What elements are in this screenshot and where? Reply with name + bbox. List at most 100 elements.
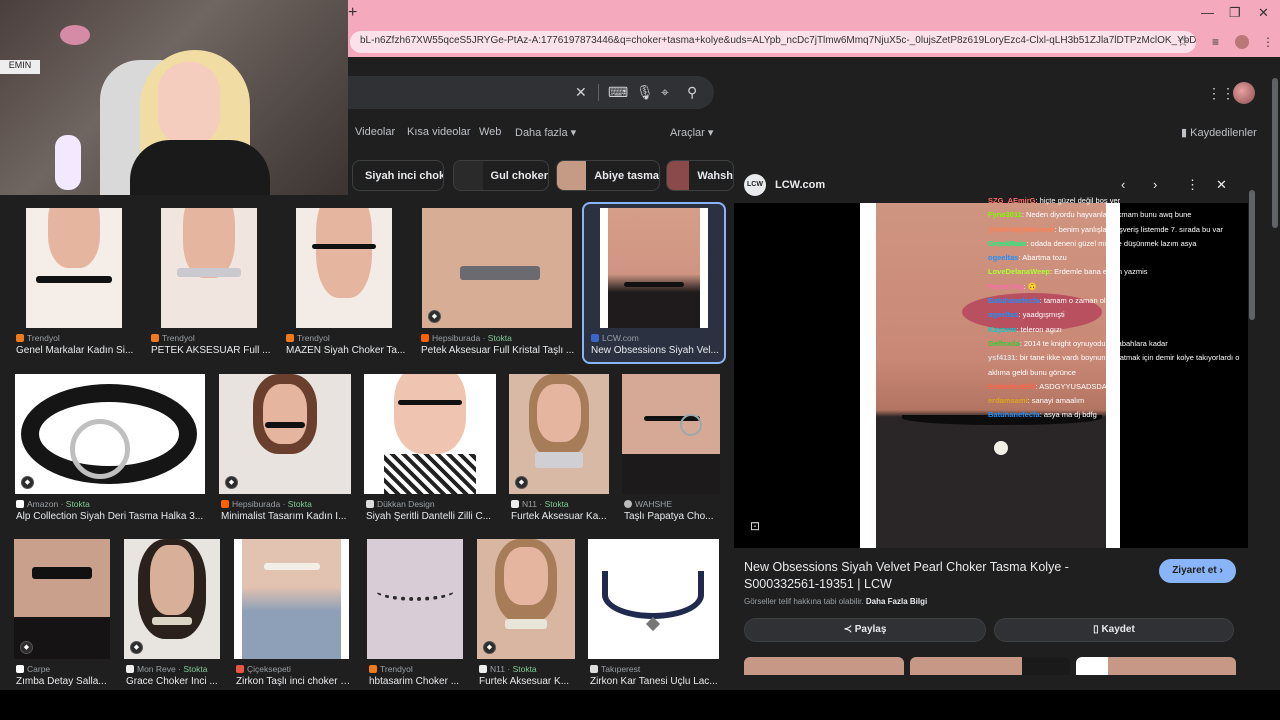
result-title: Grace Choker İnci ... xyxy=(126,676,218,687)
result-card[interactable]: Takıperest Zirkon Kar Tanesi Uçlu Lac... xyxy=(587,537,725,692)
source-favicon xyxy=(624,500,632,508)
choker-band xyxy=(460,266,540,280)
camera-search-icon[interactable]: ⌖ xyxy=(661,84,669,101)
restore-button[interactable]: ❐ xyxy=(1229,5,1241,21)
result-card[interactable]: Trendyol Genel Markalar Kadın Si... xyxy=(13,204,138,362)
result-card[interactable]: Dükkan Design Siyah Şeritli Dantelli Zil… xyxy=(363,372,499,527)
close-icon[interactable]: ✕ xyxy=(1216,177,1227,193)
result-image xyxy=(161,208,257,328)
more-info-link[interactable]: Daha Fazla Bilgi xyxy=(866,597,927,606)
previous-icon[interactable]: ‹ xyxy=(1121,177,1125,192)
chat-message: Batuhanefecfa: tamam o zaman olur xyxy=(988,294,1256,308)
source-label: N11 xyxy=(490,664,505,674)
source-label: LCW.com xyxy=(602,333,639,343)
new-tab-button[interactable]: + xyxy=(348,4,357,22)
result-card[interactable]: WAHSHE Taşlı Papatya Cho... xyxy=(621,372,725,527)
share-button[interactable]: ≺ Paylaş xyxy=(744,618,986,642)
saved-button[interactable]: ▮ Kaydedilenler xyxy=(1181,126,1257,139)
chat-text: : tamam o zaman olur xyxy=(1039,296,1113,306)
result-card[interactable]: Trendyol PETEK AKSESUAR Full ... xyxy=(148,204,273,362)
source-favicon xyxy=(479,665,487,673)
source-favicon xyxy=(590,665,598,673)
apps-grid-icon[interactable]: ⋮⋮ xyxy=(1207,85,1235,102)
preview-title[interactable]: New Obsessions Siyah Velvet Pearl Choker… xyxy=(744,559,1144,593)
panel-scrollbar[interactable] xyxy=(1248,170,1256,690)
save-button[interactable]: ▯ Kaydet xyxy=(994,618,1234,642)
result-card[interactable]: Trendyol hbtasarim Choker ... xyxy=(366,537,468,692)
result-source: Hepsiburada · Stokta xyxy=(221,499,312,509)
result-card[interactable]: ◆ Hepsiburada · Stokta Petek Aksesuar Fu… xyxy=(418,204,576,362)
separator: · xyxy=(507,664,511,674)
chat-message: LoveDelanaWeep: Erdemle bana ergen yazmi… xyxy=(988,265,1256,279)
browser-menu-icon[interactable]: ⋮ xyxy=(1262,35,1274,49)
chat-user: ogeeltas xyxy=(988,253,1019,263)
tab-videolar[interactable]: Videolar xyxy=(355,126,395,138)
result-card[interactable]: ◆ N11 · Stokta Furtek Aksesuar Ka... xyxy=(508,372,612,527)
media-control-icon[interactable]: ≡ xyxy=(1212,35,1219,49)
result-card[interactable]: ◆ Amazon · Stokta Alp Collection Siyah D… xyxy=(13,372,209,527)
lens-search-icon[interactable]: ⊡ xyxy=(750,519,760,533)
flower-decoration xyxy=(60,25,90,45)
result-card-selected[interactable]: LCW.com New Obsessions Siyah Vel... xyxy=(582,202,726,364)
choker-band xyxy=(152,617,192,625)
tools-button[interactable]: Araçlar ▾ xyxy=(670,126,713,139)
address-bar[interactable]: bL-n6Zfzh67XW55qceS5JRYGe-PtAz-A:1776197… xyxy=(350,31,1196,53)
striped-top xyxy=(384,454,476,494)
chat-message: Batuhanefecfa: asya ma dj bdfg xyxy=(988,408,1256,422)
chip-gul-choker[interactable]: Gul choker xyxy=(453,160,549,191)
result-image xyxy=(364,374,496,494)
stock-label: Stokta xyxy=(544,499,569,509)
more-options-icon[interactable]: ⋮ xyxy=(1186,177,1199,193)
chat-user: Batuhanefecfa xyxy=(988,296,1040,306)
result-card[interactable]: ◆ Hepsiburada · Stokta Minimalist Tasarı… xyxy=(218,372,354,527)
chat-user: GreekMain xyxy=(988,238,1027,248)
neck-shape xyxy=(48,208,100,268)
chat-user: erdamsami xyxy=(988,396,1028,406)
close-window-button[interactable]: ✕ xyxy=(1258,5,1269,21)
neck-shape xyxy=(394,374,466,454)
search-icon[interactable]: ⚲ xyxy=(687,84,697,101)
chat-user: Batuhanefecfa xyxy=(988,410,1040,420)
site-name[interactable]: LCW.com xyxy=(775,179,825,191)
microphone-icon[interactable]: 🎙 xyxy=(636,84,654,101)
minimize-button[interactable]: — xyxy=(1201,5,1214,20)
result-source: Trendyol xyxy=(16,333,60,343)
result-image xyxy=(26,208,122,328)
save-label: Kaydet xyxy=(1101,624,1135,635)
chip-abiye-tasma[interactable]: Abiye tasma xyxy=(556,160,660,191)
tools-label: Araçlar xyxy=(670,127,705,139)
related-image-thumbnail[interactable] xyxy=(910,657,1070,675)
result-card[interactable]: ◆ N11 · Stokta Furtek Aksesuar K... xyxy=(476,537,578,692)
keyboard-icon[interactable]: ⌨ xyxy=(608,84,628,101)
related-image-thumbnail[interactable] xyxy=(744,657,904,675)
page-scrollbar[interactable] xyxy=(1270,58,1280,688)
result-card[interactable]: Çiçeksepeti Zirkon Taşlı inci choker s..… xyxy=(233,537,353,692)
bookmark-icon: ▮ xyxy=(1181,127,1191,139)
tab-web[interactable]: Web xyxy=(479,126,501,138)
scrollbar-thumb[interactable] xyxy=(1272,78,1278,228)
source-label: Trendyol xyxy=(297,333,330,343)
browser-profile-avatar[interactable] xyxy=(1235,35,1249,49)
scrollbar-thumb[interactable] xyxy=(1249,190,1255,320)
account-avatar[interactable] xyxy=(1233,82,1255,104)
tab-kisa-videolar[interactable]: Kısa videolar xyxy=(407,126,471,138)
source-favicon xyxy=(421,334,429,342)
search-input[interactable] xyxy=(348,76,714,109)
result-card[interactable]: ◆ Carpe Zımba Detay Salla... xyxy=(13,537,113,692)
bookmark-star-icon[interactable]: ☆ xyxy=(1177,34,1189,50)
result-image: ◆ xyxy=(124,539,220,659)
result-source: Takıperest xyxy=(590,664,640,674)
result-card[interactable]: ◆ Mon Reve · Stokta Grace Choker İnci ..… xyxy=(123,537,223,692)
chat-user: ogeeltas xyxy=(988,310,1019,320)
chip-siyah-inci-choker[interactable]: Siyah inci choker xyxy=(352,160,444,191)
chip-wahsh[interactable]: Wahsh xyxy=(666,160,734,191)
next-icon[interactable]: › xyxy=(1153,177,1157,192)
tab-daha-fazla[interactable]: Daha fazla ▾ xyxy=(515,126,576,139)
visit-button[interactable]: Ziyaret et › xyxy=(1159,559,1236,583)
result-card[interactable]: Trendyol MAZEN Siyah Choker Ta... xyxy=(283,204,408,362)
chat-user: Fayrie7ng xyxy=(988,281,1024,291)
webcam-overlay: EMIN xyxy=(0,0,348,195)
related-image-thumbnail[interactable] xyxy=(1076,657,1236,675)
clear-search-icon[interactable]: ✕ xyxy=(575,84,587,101)
choker-band xyxy=(265,422,305,428)
